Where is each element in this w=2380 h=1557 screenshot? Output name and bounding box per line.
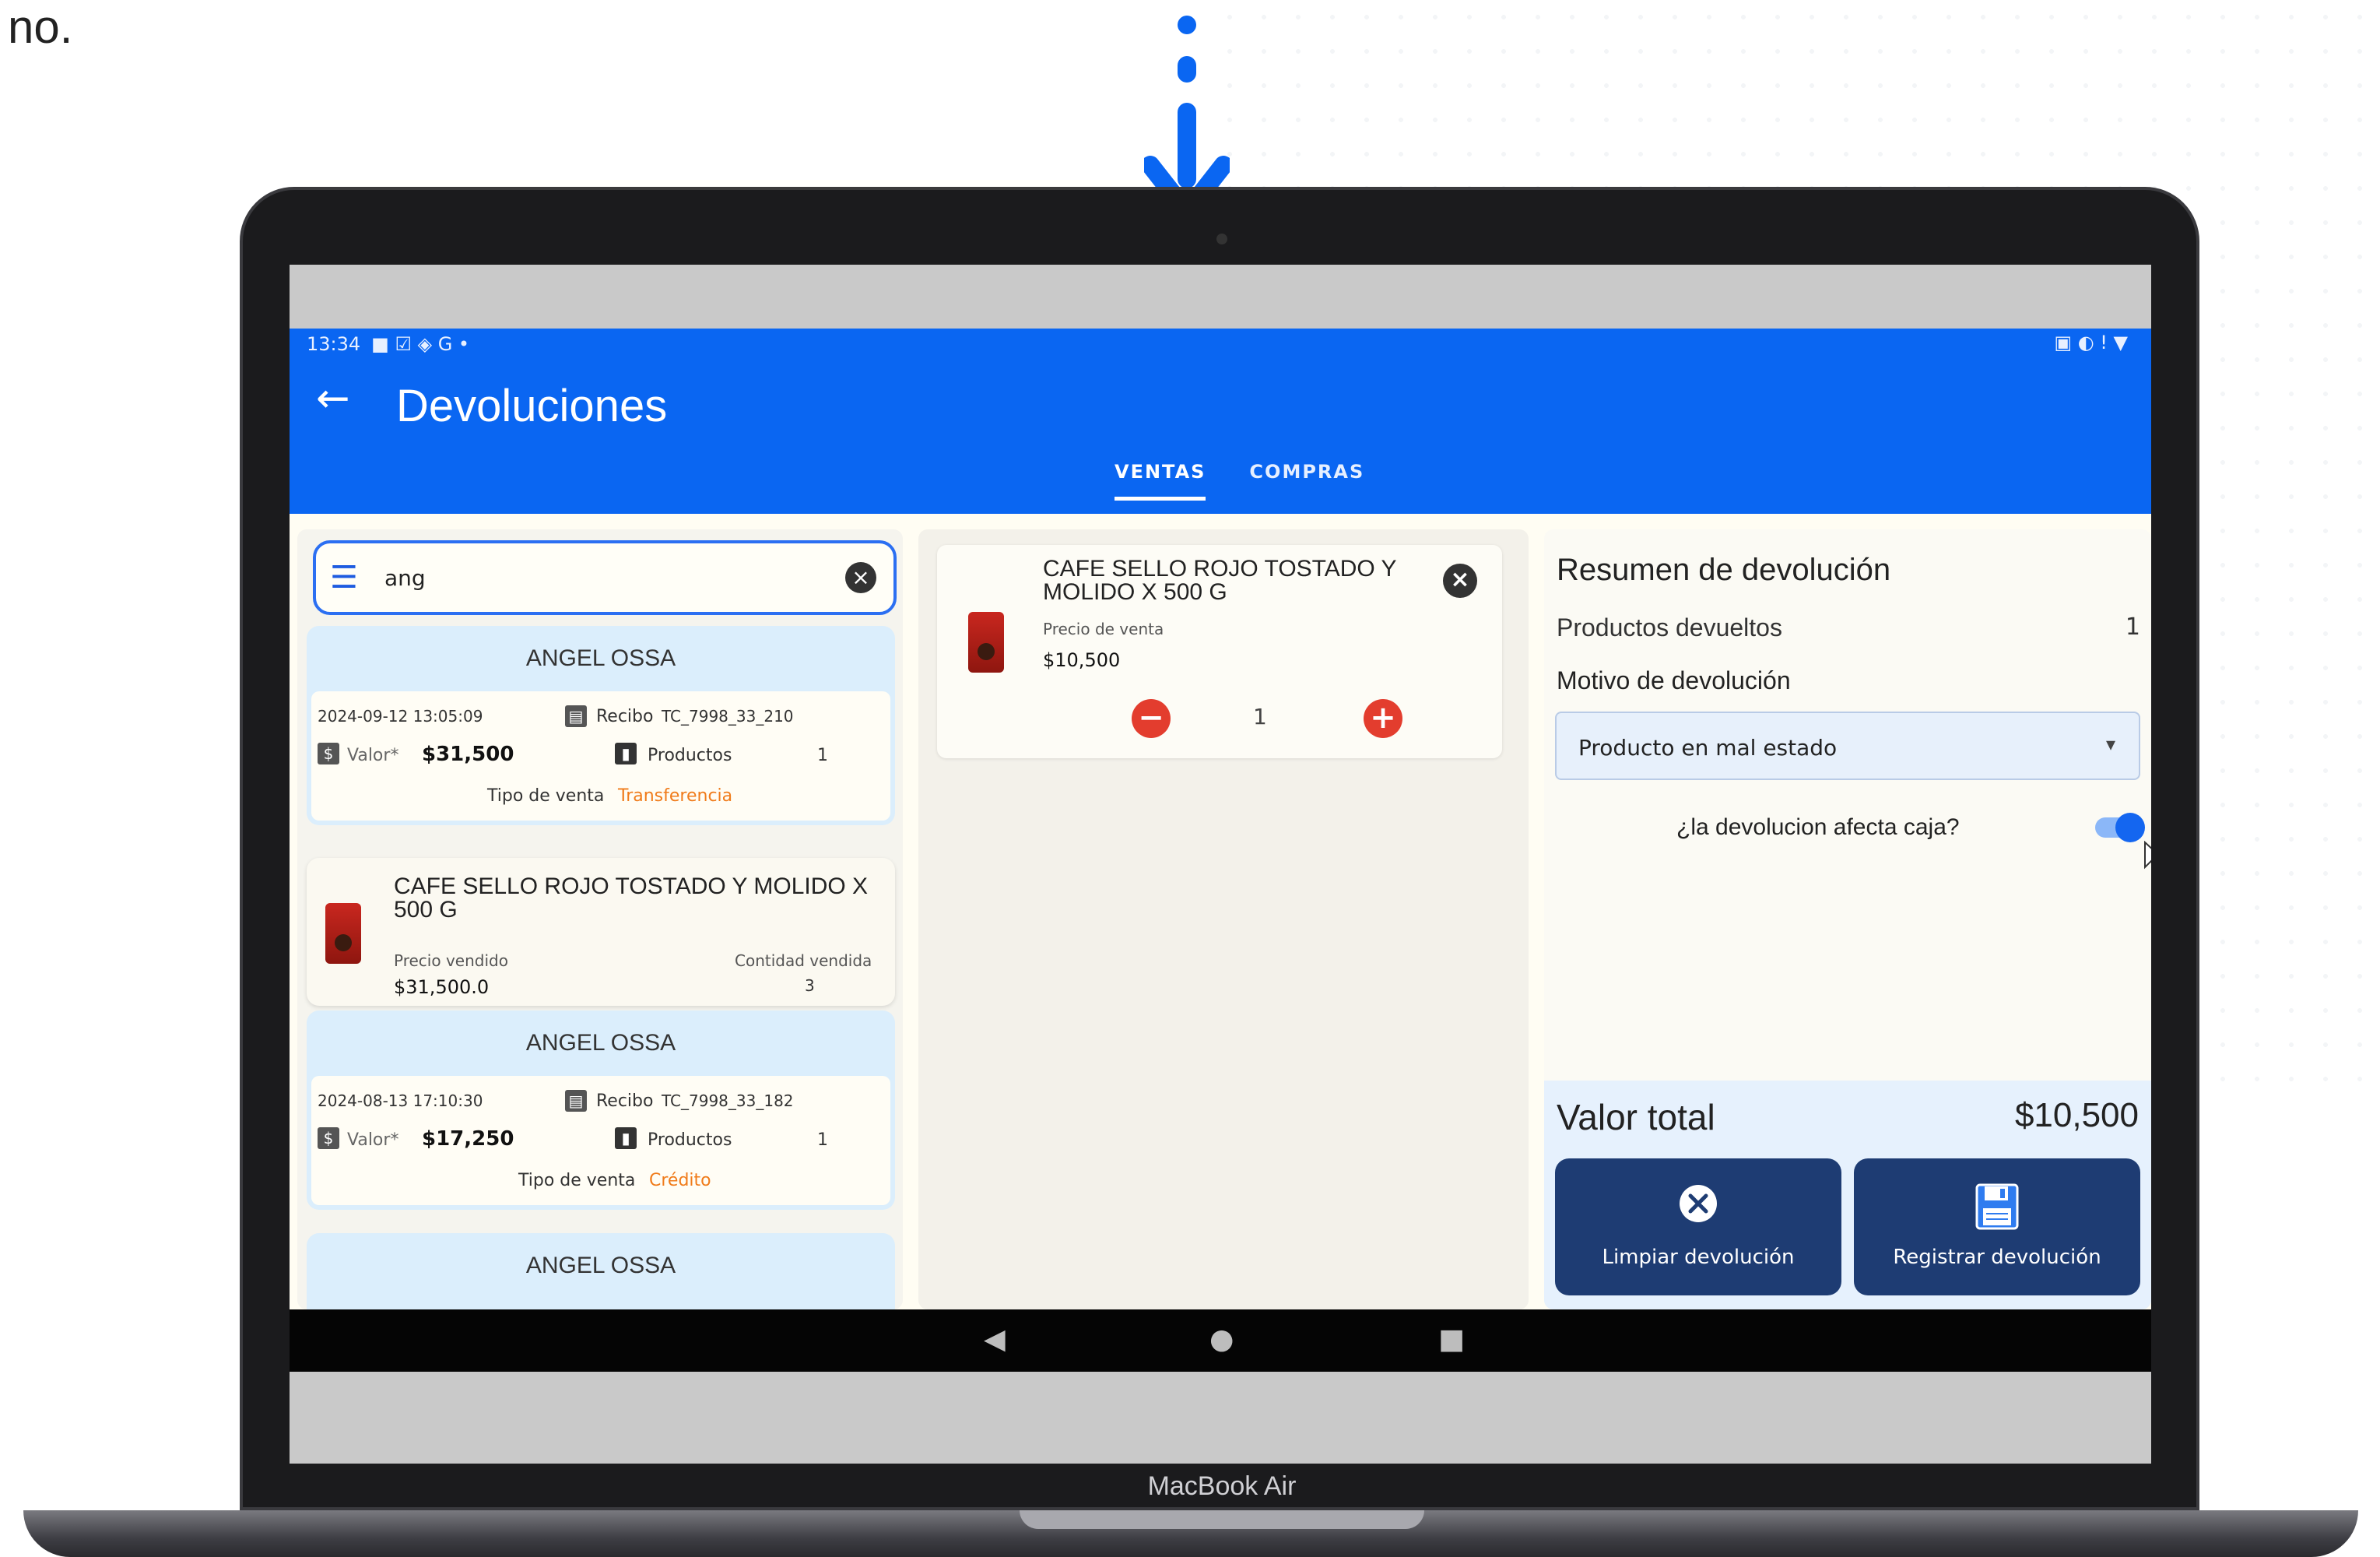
sold-product-name: CAFE SELLO ROJO TOSTADO Y MOLIDO X 500 G	[394, 873, 869, 923]
sale-customer: ANGEL OSSA	[525, 1030, 676, 1056]
laptop-brand-label: MacBook Air	[1147, 1471, 1297, 1501]
status-bar: 13:34 ■ ☑ ◈ G •	[307, 333, 469, 355]
caption-text: o no.	[0, 1, 73, 53]
toggle-knob	[2115, 813, 2145, 842]
tab-bar: VENTAS COMPRAS	[1115, 461, 1364, 501]
sale-type-label: Tipo de venta	[518, 1171, 636, 1190]
app-bar: 13:34 ■ ☑ ◈ G • ▣ ◐ ! ▼ ← Devoluciones V…	[290, 329, 2151, 514]
page: o no. 13:34 ■ ☑ ◈ G • ▣ ◐ ! ▼ ← Devoluci…	[0, 0, 2380, 1557]
products-count: 1	[817, 1130, 828, 1150]
laptop-screen: 13:34 ■ ☑ ◈ G • ▣ ◐ ! ▼ ← Devoluciones V…	[290, 265, 2151, 1464]
save-floppy-icon	[1854, 1182, 2140, 1230]
value-label: Valor*	[347, 746, 399, 765]
dollar-icon: $	[318, 1127, 339, 1149]
back-arrow-icon[interactable]: ←	[316, 375, 350, 422]
status-right-icons: ▣ ◐ ! ▼	[2054, 332, 2128, 353]
sold-price: $31,500.0	[394, 976, 490, 998]
nav-recents-icon[interactable]: ■	[1438, 1323, 1465, 1355]
sale-customer: ANGEL OSSA	[525, 1253, 676, 1278]
value-label: Valor*	[347, 1130, 399, 1150]
tab-ventas[interactable]: VENTAS	[1115, 461, 1206, 501]
products-label: Productos	[648, 1130, 732, 1150]
webcam-icon	[1216, 234, 1227, 244]
products-label: Productos	[648, 746, 732, 765]
products-count: 1	[817, 746, 828, 765]
register-return-button[interactable]: Registrar devolución	[1854, 1158, 2140, 1295]
receipt-label: Recibo	[596, 707, 654, 726]
tab-compras[interactable]: COMPRAS	[1249, 461, 1364, 501]
sales-list-panel: ☰ ang × ANGEL OSSA 2024-09-12 13:05:09 ▤…	[297, 529, 903, 1309]
nav-back-icon[interactable]: ◀	[984, 1323, 1006, 1355]
clear-search-icon[interactable]: ×	[845, 562, 876, 593]
return-summary-panel: Resumen de devolución Productos devuelto…	[1544, 529, 2151, 1309]
receipt-icon: ▤	[565, 705, 587, 727]
summary-title: Resumen de devolución	[1557, 553, 1891, 587]
sale-type-value: Crédito	[649, 1171, 711, 1190]
increase-quantity-icon[interactable]: +	[1364, 699, 1402, 738]
receipt-number: TC_7998_33_182	[662, 1091, 794, 1110]
sale-value: $17,250	[422, 1127, 514, 1151]
clear-return-button[interactable]: Limpiar devolución	[1555, 1158, 1841, 1295]
returned-products-count: 1	[2125, 613, 2140, 641]
nav-home-icon[interactable]: ●	[1209, 1323, 1234, 1355]
sale-type-value: Transferencia	[618, 786, 733, 806]
status-left-icons: ■ ☑ ◈ G •	[371, 333, 470, 355]
search-bar[interactable]: ☰ ang ×	[313, 540, 897, 615]
return-price: $10,500	[1043, 649, 1121, 671]
receipt-label: Recibo	[596, 1091, 654, 1111]
return-items-panel: CAFE SELLO ROJO TOSTADO Y MOLIDO X 500 G…	[918, 529, 1529, 1309]
remove-item-icon[interactable]: ×	[1443, 564, 1477, 598]
total-section: Valor total $10,500 Limpiar devolución R…	[1544, 1081, 2151, 1309]
affects-cash-label: ¿la devolucion afecta caja?	[1676, 814, 1960, 840]
clear-circle-x-icon	[1555, 1182, 1841, 1228]
mouse-cursor-icon	[2144, 841, 2151, 870]
sold-qty: 3	[805, 976, 815, 995]
sale-card[interactable]: ANGEL OSSA 2024-08-13 17:10:30 ▤ Recibo …	[307, 1010, 895, 1210]
total-value: $10,500	[2014, 1096, 2139, 1134]
sale-customer: ANGEL OSSA	[525, 645, 676, 671]
dollar-icon: $	[318, 743, 339, 764]
products-bag-icon: ▮	[615, 743, 637, 764]
sale-value: $31,500	[422, 743, 514, 766]
page-title: Devoluciones	[396, 381, 668, 431]
filter-sliders-icon[interactable]: ☰	[330, 560, 375, 596]
sold-product-card[interactable]: CAFE SELLO ROJO TOSTADO Y MOLIDO X 500 G…	[307, 858, 895, 1006]
register-return-label: Registrar devolución	[1893, 1246, 2101, 1269]
sale-details: 2024-09-12 13:05:09 ▤ Recibo TC_7998_33_…	[311, 691, 890, 821]
status-time: 13:34	[307, 333, 361, 355]
caret-down-icon: ▾	[2105, 733, 2115, 755]
sold-price-label: Precio vendido	[394, 951, 508, 970]
sale-datetime: 2024-08-13 17:10:30	[318, 1091, 483, 1110]
returned-products-label: Productos devueltos	[1557, 613, 1782, 641]
coffee-product-image	[968, 612, 1004, 673]
return-item-card: CAFE SELLO ROJO TOSTADO Y MOLIDO X 500 G…	[937, 545, 1502, 758]
total-label: Valor total	[1557, 1097, 1715, 1137]
return-price-label: Precio de venta	[1043, 620, 1164, 638]
sale-type-label: Tipo de venta	[487, 786, 605, 806]
decrease-quantity-icon[interactable]: −	[1132, 699, 1171, 738]
return-item-name: CAFE SELLO ROJO TOSTADO Y MOLIDO X 500 G	[1043, 556, 1397, 605]
receipt-number: TC_7998_33_210	[662, 707, 794, 726]
android-nav-bar: ◀ ● ■	[290, 1309, 2151, 1372]
sale-datetime: 2024-09-12 13:05:09	[318, 707, 483, 726]
reason-selected-value: Producto en mal estado	[1578, 735, 1838, 761]
laptop-notch	[1020, 1510, 1424, 1529]
reason-dropdown[interactable]: Producto en mal estado ▾	[1555, 712, 2140, 780]
sale-card[interactable]: ANGEL OSSA	[307, 1233, 895, 1309]
return-quantity: 1	[1253, 704, 1267, 729]
products-bag-icon: ▮	[615, 1127, 637, 1149]
search-input[interactable]: ang	[384, 565, 845, 591]
sold-qty-label: Contidad vendida	[735, 951, 872, 970]
clear-return-label: Limpiar devolución	[1602, 1246, 1795, 1269]
sale-card[interactable]: ANGEL OSSA 2024-09-12 13:05:09 ▤ Recibo …	[307, 626, 895, 825]
receipt-icon: ▤	[565, 1090, 587, 1112]
affects-cash-toggle[interactable]	[2095, 813, 2145, 842]
coffee-product-image	[325, 903, 361, 964]
reason-label: Motivo de devolución	[1557, 666, 1791, 694]
tablet-app: 13:34 ■ ☑ ◈ G • ▣ ◐ ! ▼ ← Devoluciones V…	[290, 329, 2151, 1372]
sale-details: 2024-08-13 17:10:30 ▤ Recibo TC_7998_33_…	[311, 1076, 890, 1205]
